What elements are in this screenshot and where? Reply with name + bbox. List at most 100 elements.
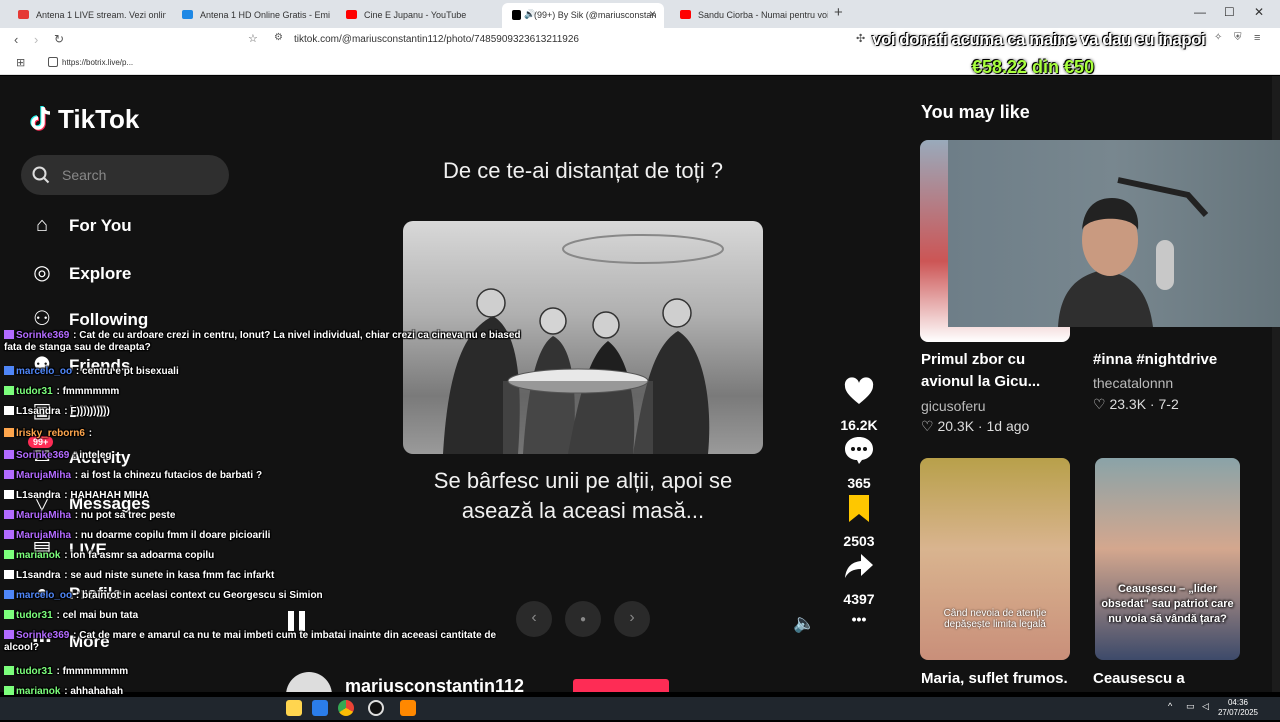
- card-title[interactable]: #inna #nightdrive: [1093, 349, 1217, 371]
- post-title: De ce te-ai distanțat de toți ?: [442, 158, 724, 183]
- save-action[interactable]: 2503: [838, 492, 880, 549]
- tiktok-note-icon: [30, 106, 51, 131]
- dot-icon: ●: [579, 614, 587, 625]
- bookmark-link[interactable]: https://botrix.live/p...: [62, 58, 133, 67]
- menu-icon[interactable]: ≡: [1254, 32, 1260, 44]
- card-date: 1d ago: [986, 418, 1030, 434]
- chat-message: Sorinke369 : Cat de cu ardoare crezi in …: [0, 326, 526, 358]
- volume-icon[interactable]: 🔈: [793, 613, 815, 634]
- tab-title: (99+) By Sik (@mariusconstan: [534, 10, 657, 20]
- donation-goal-amount: €58.22 din €50: [972, 57, 1095, 77]
- chat-badge-icon: [4, 510, 14, 519]
- suggested-card-3[interactable]: Când nevoia de atenție depășește limita …: [920, 458, 1070, 660]
- compass-icon: ◎: [33, 262, 51, 284]
- chat-separator: :: [85, 428, 93, 439]
- next-photo-button[interactable]: ›: [614, 601, 650, 637]
- chat-separator: :: [73, 590, 83, 601]
- nav-for-you[interactable]: ⌂ For You: [29, 214, 132, 237]
- like-action[interactable]: 16.2K: [838, 376, 880, 433]
- site-info-icon[interactable]: ⚙: [274, 32, 283, 43]
- chat-separator: :: [70, 630, 80, 641]
- heart-icon: [844, 377, 874, 404]
- chat-separator: :: [72, 470, 81, 481]
- card-title[interactable]: Maria, suflet frumos.: [921, 668, 1068, 690]
- card-author[interactable]: gicusoferu: [921, 398, 986, 414]
- like-count: 16.2K: [840, 417, 878, 433]
- chat-message: tudor31 : cel mai bun tata: [0, 606, 526, 626]
- browser-tab[interactable]: Antena 1 LIVE stream. Vezi online pe: [4, 3, 166, 28]
- save-count: 2503: [843, 533, 875, 549]
- chat-badge-icon: [4, 630, 14, 639]
- chat-badge-icon: [4, 570, 14, 579]
- search-placeholder: Search: [62, 167, 107, 183]
- tray-chevron-icon[interactable]: ^: [1168, 701, 1172, 711]
- card-title[interactable]: Ceausescu a: [1093, 668, 1185, 690]
- chat-text: ahhahahah: [70, 686, 124, 697]
- chat-message: L1sandra : F)))))))))): [0, 402, 526, 422]
- vlc-icon[interactable]: [400, 700, 416, 716]
- chat-badge-icon: [4, 550, 14, 559]
- apps-grid-icon[interactable]: ⊞: [16, 56, 25, 69]
- chat-text: HAHAHAH MIHA: [70, 490, 150, 501]
- chat-username: MarujaMiha: [16, 530, 72, 541]
- close-tab-icon[interactable]: ×: [649, 7, 656, 21]
- sparkle-icon[interactable]: ✧: [1214, 32, 1222, 43]
- card-author[interactable]: thecatalonnn: [1093, 375, 1173, 391]
- browser-tab[interactable]: Sandu Ciorba - Numai pentru voi te: [666, 3, 828, 28]
- shield-icon[interactable]: ⛨: [1234, 32, 1242, 43]
- back-icon[interactable]: ‹: [14, 32, 18, 47]
- browser-tab[interactable]: Cine E Jupanu - YouTube: [332, 3, 500, 28]
- taskbar-clock[interactable]: 04:36 27/07/2025: [1218, 698, 1258, 718]
- card-stats: ♡ 20.3K · 1d ago: [921, 418, 1030, 434]
- chat-username: tudor31: [16, 666, 53, 677]
- file-explorer-icon[interactable]: [286, 700, 302, 716]
- forward-icon[interactable]: ›: [34, 32, 38, 47]
- nav-explore[interactable]: ◎ Explore: [29, 260, 131, 285]
- card-title[interactable]: Primul zbor cu avionul la Gicu...: [921, 349, 1071, 393]
- obs-icon[interactable]: [368, 700, 384, 716]
- chrome-icon[interactable]: [338, 700, 354, 716]
- bookmark-icon: [849, 495, 869, 522]
- browser-tab[interactable]: Antena 1 HD Online Gratis - Emisiuni: [168, 3, 330, 28]
- more-options-icon[interactable]: •••: [838, 611, 880, 627]
- network-icon[interactable]: ▭: [1186, 701, 1195, 712]
- chat-text: fmmmmmm: [62, 386, 120, 397]
- comment-icon: [845, 437, 873, 464]
- suggested-card-4[interactable]: Ceaușescu – „lider obsedat" sau patriot …: [1095, 458, 1240, 660]
- new-tab-button[interactable]: +: [834, 4, 843, 21]
- chat-username: MarujaMiha: [16, 470, 72, 481]
- chat-username: marianok: [16, 686, 61, 697]
- chat-username: lrisky_reborn6: [16, 428, 85, 439]
- card-date: 7-2: [1158, 396, 1179, 412]
- chat-username: tudor31: [16, 386, 53, 397]
- minimize-icon[interactable]: —: [1194, 5, 1206, 19]
- chat-message: tudor31 : fmmmmmmm: [0, 662, 526, 682]
- maximize-icon[interactable]: ☐: [1224, 5, 1235, 19]
- chat-badge-icon: [4, 366, 14, 375]
- search-icon: [32, 166, 50, 184]
- chat-badge-icon: [4, 386, 14, 395]
- reload-icon[interactable]: ↻: [54, 32, 64, 46]
- chat-separator: :: [53, 666, 63, 677]
- share-action[interactable]: 4397: [838, 550, 880, 607]
- bookmark-star-icon[interactable]: ☆: [248, 32, 258, 45]
- comment-action[interactable]: 365: [838, 434, 880, 491]
- url-field[interactable]: tiktok.com/@mariusconstantin112/photo/74…: [294, 34, 579, 45]
- photo-dot-indicator: ●: [565, 601, 601, 637]
- volume-tray-icon[interactable]: ◁: [1202, 701, 1209, 712]
- close-window-icon[interactable]: ✕: [1254, 5, 1264, 19]
- nav-label: Explore: [69, 264, 132, 283]
- chat-username: Sorinke369: [16, 330, 70, 341]
- nav-label: For You: [69, 216, 132, 235]
- browser-tab-active[interactable]: 🔊 (99+) By Sik (@mariusconstan ×: [502, 3, 664, 28]
- tab-title: Sandu Ciorba - Numai pentru voi te: [698, 10, 828, 20]
- app-icon[interactable]: [312, 700, 328, 716]
- tiktok-logo[interactable]: TikTok: [30, 104, 139, 135]
- follow-button[interactable]: [573, 679, 669, 692]
- chat-badge-icon: [4, 686, 14, 695]
- search-input[interactable]: Search: [21, 155, 229, 195]
- extension-icon[interactable]: ✣: [856, 32, 865, 45]
- youtube-favicon-icon: [346, 10, 357, 19]
- chat-text: inteleg: [79, 450, 112, 461]
- clock-time: 04:36: [1227, 698, 1248, 707]
